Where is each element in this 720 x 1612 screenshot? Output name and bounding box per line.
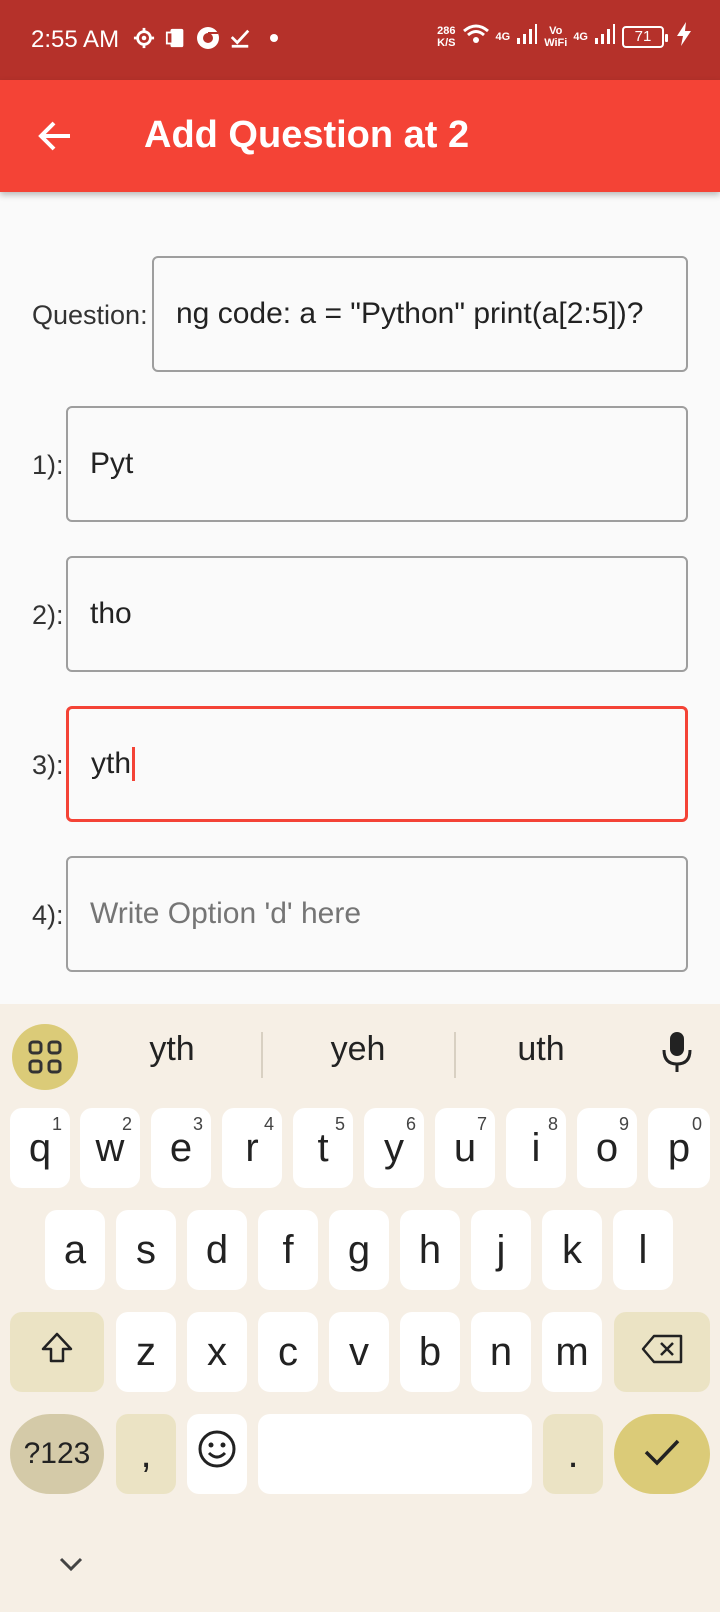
check-icon [228,26,252,50]
suggestion-3[interactable]: uth [451,1030,631,1069]
key-n[interactable]: n [471,1312,531,1392]
option-b-field[interactable]: tho [66,556,688,672]
key-q[interactable]: q1 [10,1108,70,1188]
app-bar: Add Question at 2 [0,80,720,192]
period-key[interactable]: . [543,1414,603,1494]
vowifi-label: Vo WiFi [544,24,568,49]
signal2-label: 4G [573,30,588,43]
suggestion-strip: yth yeh uth [0,1004,720,1096]
notification-icons [132,26,278,50]
suggestion-1[interactable]: yth [82,1030,262,1069]
key-a[interactable]: a [45,1210,105,1290]
keyboard: yth yeh uth q1 w2 e3 r4 t5 y6 u7 i8 o9 p… [0,1004,720,1612]
sim-icon [164,26,188,50]
key-i[interactable]: i8 [506,1108,566,1188]
status-time: 2:55 AM [31,26,120,53]
emoji-icon [197,1429,237,1479]
key-k[interactable]: k [542,1210,602,1290]
signal-icon [516,23,538,50]
option-a-field[interactable]: Pyt [66,406,688,522]
key-s[interactable]: s [116,1210,176,1290]
microphone-icon[interactable] [660,1030,694,1074]
suggestion-divider [261,1032,263,1078]
key-f[interactable]: f [258,1210,318,1290]
status-bar: 2:55 AM 286 K/S 4G Vo WiFi 4G 71 [0,0,720,80]
check-icon [643,1432,681,1477]
space-key[interactable] [258,1414,532,1494]
key-v[interactable]: v [329,1312,389,1392]
apps-grid-icon[interactable] [12,1024,78,1090]
option-label: 2): [32,600,64,630]
system-icons: 286 K/S 4G Vo WiFi 4G 71 [437,22,692,51]
wifi-icon [462,23,490,50]
more-notifications-dot [270,34,278,42]
chrome-icon [196,26,220,50]
key-r[interactable]: r4 [222,1108,282,1188]
key-b[interactable]: b [400,1312,460,1392]
key-j[interactable]: j [471,1210,531,1290]
key-y[interactable]: y6 [364,1108,424,1188]
net-speed: 286 K/S [437,24,456,49]
question-field[interactable]: ng code: a = "Python" print(a[2:5])? [152,256,688,372]
emoji-key[interactable] [187,1414,247,1494]
option-label: 3): [32,750,64,780]
key-o[interactable]: o9 [577,1108,637,1188]
signal1-label: 4G [495,30,511,43]
key-u[interactable]: u7 [435,1108,495,1188]
key-m[interactable]: m [542,1312,602,1392]
option-d-field[interactable]: Write Option 'd' here [66,856,688,972]
page-title: Add Question at 2 [144,114,470,156]
key-z[interactable]: z [116,1312,176,1392]
key-w[interactable]: w2 [80,1108,140,1188]
option-a-value: Pyt [90,447,134,480]
option-b-value: tho [90,597,132,630]
option-d-placeholder: Write Option 'd' here [90,897,362,930]
key-g[interactable]: g [329,1210,389,1290]
key-e[interactable]: e3 [151,1108,211,1188]
key-p[interactable]: p0 [648,1108,710,1188]
key-c[interactable]: c [258,1312,318,1392]
key-t[interactable]: t5 [293,1108,353,1188]
key-d[interactable]: d [187,1210,247,1290]
option-label: 4): [32,900,64,930]
key-h[interactable]: h [400,1210,460,1290]
chevron-down-icon[interactable] [58,1556,84,1572]
comma-key[interactable]: , [116,1414,176,1494]
option-c-field[interactable]: yth [66,706,688,822]
symbols-key[interactable]: ?123 [10,1414,104,1494]
enter-key[interactable] [614,1414,710,1494]
key-l[interactable]: l [613,1210,673,1290]
option-label: 1): [32,450,64,480]
signal2-icon [594,23,616,50]
backspace-key[interactable] [614,1312,710,1392]
text-cursor [132,747,136,781]
key-x[interactable]: x [187,1312,247,1392]
option-c-value: yth [91,747,132,780]
battery-icon: 71 [622,25,668,48]
shift-key[interactable] [10,1312,104,1392]
arrow-back-icon[interactable] [36,116,76,156]
charging-icon [676,22,692,51]
backspace-icon [640,1330,684,1375]
shift-icon [40,1330,74,1375]
question-value: ng code: a = "Python" print(a[2:5])? [176,297,644,330]
question-label: Question: [32,300,148,330]
settings-icon [132,26,156,50]
suggestion-2[interactable]: yeh [268,1030,448,1069]
